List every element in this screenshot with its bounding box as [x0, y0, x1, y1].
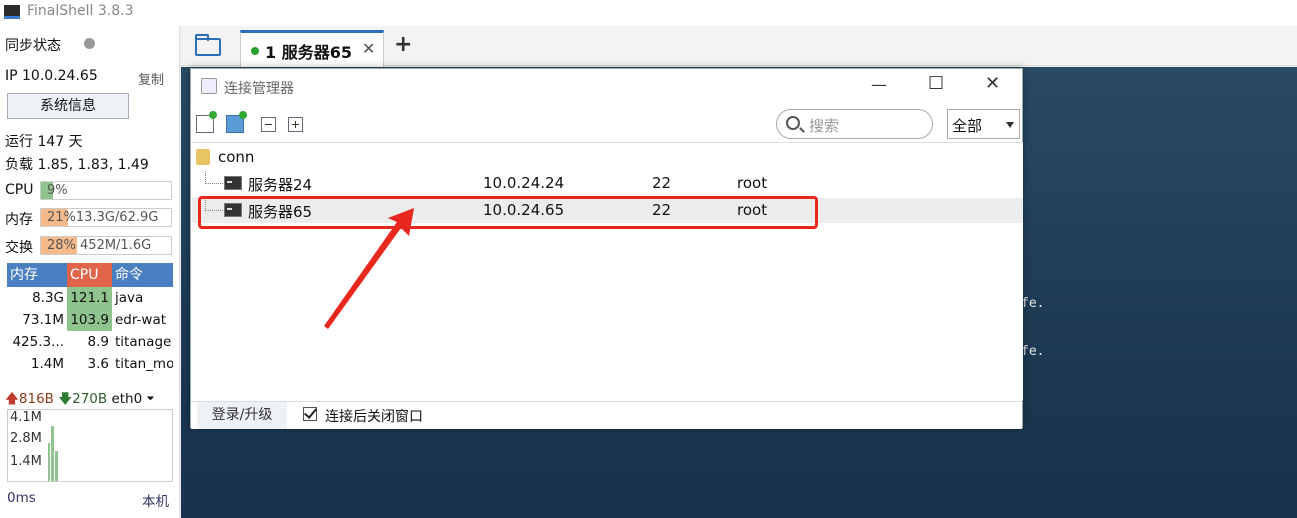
process-memory: 1.4M [30, 356, 64, 372]
folder-open-icon[interactable] [195, 34, 221, 56]
process-command: titanage [115, 334, 172, 350]
latency-label: 0ms [7, 490, 36, 506]
process-memory: 425.3... [12, 334, 64, 350]
app-title: FinalShell 3.8.3 [27, 3, 134, 19]
search-icon [786, 116, 800, 130]
process-table-header: 内存 CPU 命令 [7, 263, 173, 287]
swap-meter-text: 28% 452M/1.6G [47, 238, 152, 253]
minimize-icon[interactable]: — [871, 75, 887, 94]
connection-manager-dialog: 连接管理器 — ☐ ✕ 搜索 全部 conn 服务器24 10.0.24.24 … [190, 68, 1023, 429]
dialog-title: 连接管理器 [224, 81, 294, 97]
connection-tree: conn 服务器24 10.0.24.24 22 root 服务器65 10.0… [192, 142, 1023, 400]
upload-icon: 🡅 [5, 391, 19, 407]
folder-label: conn [218, 148, 255, 166]
header-memory[interactable]: 内存 [7, 263, 67, 287]
interface-name: eth0 [111, 391, 143, 407]
tab-server65[interactable]: 1 服务器65 ✕ [240, 30, 384, 67]
uptime-label: 运行 147 天 [5, 134, 83, 150]
graph-bar [55, 451, 58, 481]
terminal-icon [224, 176, 242, 190]
connection-status-dot [251, 47, 259, 55]
chevron-down-icon: ⏷ [146, 391, 155, 407]
upload-rate: 816B [18, 391, 54, 407]
process-row[interactable]: 8.3G 121.1 java [7, 287, 173, 309]
process-table: 内存 CPU 命令 8.3G 121.1 java 73.1M 103.9 ed… [7, 263, 173, 375]
cpu-meter-text: 9% [47, 183, 68, 198]
tab-bar: 1 服务器65 ✕ + [181, 26, 1297, 67]
terminal-line: fe. [1021, 344, 1045, 359]
dialog-title-bar: 连接管理器 — ☐ ✕ [191, 69, 1022, 105]
swap-meter: 28% 452M/1.6G [40, 236, 172, 255]
process-row[interactable]: 425.3... 8.9 titanage [7, 331, 173, 353]
graph-label: 2.8M [10, 431, 42, 446]
close-icon[interactable]: ✕ [985, 73, 1000, 94]
expand-all-icon[interactable] [288, 117, 303, 132]
ip-label: IP 10.0.24.65 [5, 68, 98, 84]
chevron-down-icon [1006, 122, 1014, 128]
header-cpu[interactable]: CPU [67, 263, 112, 287]
network-graph: 4.1M 2.8M 1.4M [7, 409, 173, 482]
sidebar: 同步状态 IP 10.0.24.65 复制 系统信息 运行 147 天 负载 1… [0, 26, 180, 518]
tree-line [205, 171, 223, 184]
process-cpu: 103.9 [67, 309, 112, 331]
connection-row-server24[interactable]: 服务器24 10.0.24.24 22 root [192, 171, 1023, 196]
process-command: java [115, 290, 144, 306]
sync-status-dot [84, 38, 95, 49]
connection-user: root [737, 174, 768, 192]
sync-status-label: 同步状态 [5, 38, 61, 54]
process-cpu: 8.9 [87, 334, 109, 350]
process-row[interactable]: 1.4M 3.6 titan_mo [7, 353, 173, 375]
process-cpu: 121.1 [67, 287, 112, 309]
connection-port: 22 [652, 174, 672, 192]
search-input[interactable]: 搜索 [776, 109, 933, 139]
terminal-line: fe. [1021, 296, 1045, 311]
copy-ip-link[interactable]: 复制 [138, 69, 164, 88]
memory-meter: 21%13.3G/62.9G [40, 208, 172, 227]
collapse-all-icon[interactable] [261, 117, 276, 132]
swap-meter-label: 交换 [5, 240, 33, 256]
download-icon: 🡇 [58, 391, 73, 407]
add-tab-icon[interactable]: + [394, 32, 412, 57]
new-connection-icon[interactable] [196, 111, 217, 133]
filter-value: 全部 [952, 117, 983, 135]
system-info-button[interactable]: 系统信息 [7, 93, 129, 119]
header-command[interactable]: 命令 [112, 263, 173, 287]
dialog-footer: 登录/升级 连接后关闭窗口 [191, 401, 1022, 429]
connection-host: 10.0.24.24 [483, 174, 565, 192]
filter-select[interactable]: 全部 [947, 109, 1020, 139]
process-cpu: 3.6 [87, 356, 109, 372]
connection-name: 服务器24 [248, 176, 313, 194]
folder-icon [196, 149, 210, 165]
graph-label: 1.4M [10, 454, 42, 469]
interface-select[interactable]: eth0 ⏷ [111, 391, 154, 407]
close-after-connect-checkbox[interactable] [303, 407, 317, 421]
process-memory: 8.3G [32, 290, 64, 306]
tab-label: 1 服务器65 [265, 43, 352, 62]
annotation-highlight-box [198, 196, 818, 229]
memory-meter-text: 21%13.3G/62.9G [47, 210, 159, 225]
login-upgrade-button[interactable]: 登录/升级 [197, 402, 287, 429]
graph-bar [48, 443, 50, 481]
download-rate: 270B [72, 391, 108, 407]
app-icon [4, 5, 20, 19]
close-icon[interactable]: ✕ [362, 39, 375, 58]
search-placeholder: 搜索 [809, 117, 840, 135]
close-after-connect-label[interactable]: 连接后关闭窗口 [325, 406, 423, 426]
cpu-meter: 9% [40, 181, 172, 200]
process-memory: 73.1M [22, 312, 64, 328]
process-row[interactable]: 73.1M 103.9 edr-wat [7, 309, 173, 331]
new-folder-icon[interactable] [226, 111, 247, 133]
memory-meter-label: 内存 [5, 212, 33, 228]
process-command: edr-wat [115, 312, 167, 328]
graph-label: 4.1M [10, 410, 42, 425]
title-bar: FinalShell 3.8.3 [0, 0, 1297, 26]
load-label: 负载 1.85, 1.83, 1.49 [5, 157, 149, 173]
graph-bar [51, 426, 54, 481]
local-label[interactable]: 本机 [142, 490, 169, 510]
cpu-meter-label: CPU [5, 182, 34, 198]
process-command: titan_mo [115, 356, 173, 372]
maximize-icon[interactable]: ☐ [928, 73, 944, 94]
java-icon [201, 78, 217, 94]
